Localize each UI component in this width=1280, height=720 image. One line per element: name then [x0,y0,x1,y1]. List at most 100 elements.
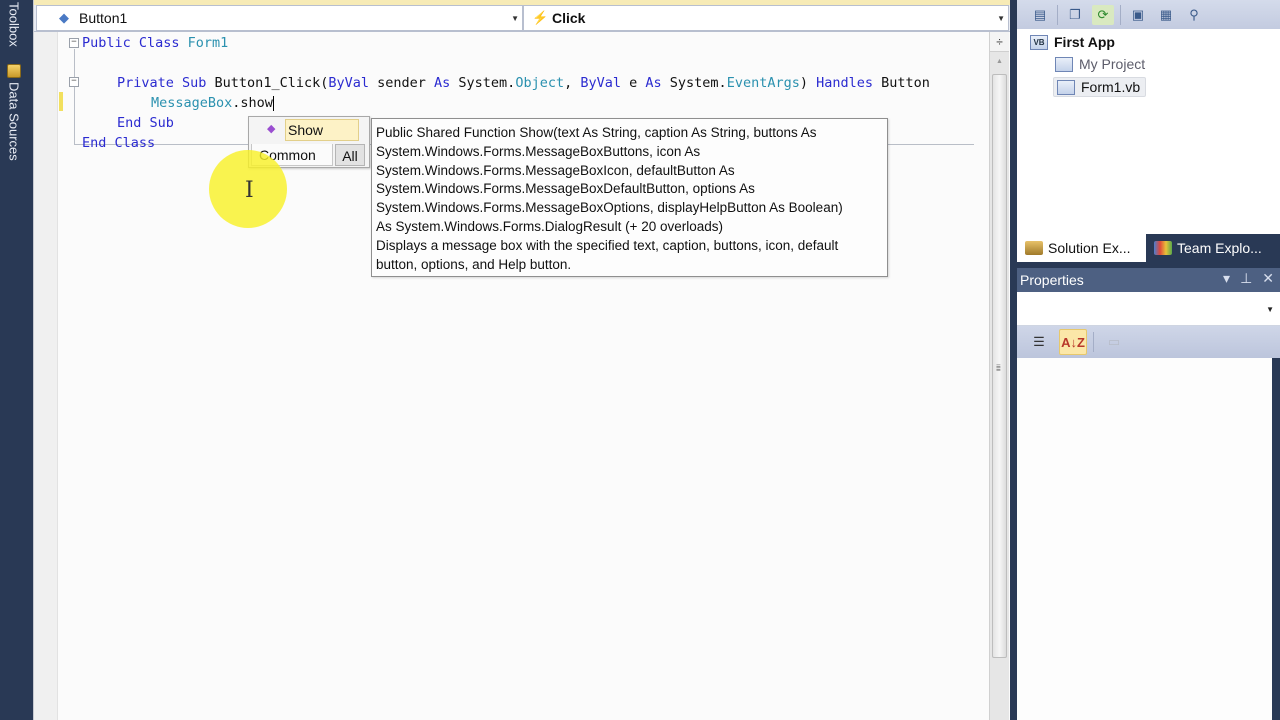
right-tool-panel: ▤ ❐ ⟳ ▣ ▦ ⚲ VB First App My Project Form… [1010,0,1280,720]
view-code-icon[interactable]: ▣ [1127,5,1149,25]
collapse-sub-icon[interactable]: − [69,77,79,87]
keyword: Handles [816,75,874,91]
code-line-6: End Class [82,133,155,153]
tree-item-form1[interactable]: Form1.vb [1053,77,1147,97]
collapse-class-icon[interactable]: − [69,38,79,48]
split-window-icon[interactable]: ÷ [990,32,1009,52]
chevron-down-icon[interactable]: ▼ [511,14,519,23]
solution-explorer-toolbar: ▤ ❐ ⟳ ▣ ▦ ⚲ [1017,0,1280,29]
completion-item-show[interactable]: Show [285,119,359,141]
code-line-3: Private Sub Button1_Click(ByVal sender A… [117,73,930,93]
show-all-files-icon[interactable]: ❐ [1064,5,1086,25]
keyword: As [434,75,451,91]
properties-icon[interactable]: ▤ [1029,5,1051,25]
keyword: End Sub [117,115,174,131]
tree-item-project[interactable]: VB First App [1030,34,1115,50]
solution-explorer-tree: VB First App My Project Form1.vb [1017,29,1280,234]
tooltip-line: Public Shared Function Show(text As Stri… [376,125,817,140]
method-icon: ◆ [267,123,276,135]
toolbar-separator [1057,4,1058,25]
my-project-icon [1055,56,1073,72]
type-name: EventArgs [726,75,800,91]
keyword: As [645,75,662,91]
alphabetical-sort-icon[interactable]: A↓Z [1059,329,1087,355]
vb-project-icon: VB [1030,34,1048,50]
class-name-combo[interactable]: ◆ Button1 ▼ [36,5,523,31]
tab-solution-explorer[interactable]: Solution Ex... [1017,234,1146,262]
categorized-icon[interactable]: ☰ [1025,329,1053,355]
identifier: System. [450,75,516,91]
indicator-margin [34,32,58,720]
scrollbar-thumb[interactable]: ≡ ≡ [992,74,1007,658]
data-sources-tab-label: Data Sources [6,82,22,161]
vertical-scrollbar[interactable]: ÷ ▲ ≡ ≡ [989,32,1009,720]
scroll-up-arrow-icon[interactable]: ▲ [990,53,1009,71]
code-line-1: Public Class Form1 [82,33,228,53]
toolbar-separator [1093,332,1094,352]
keyword: End Class [82,135,156,151]
chevron-down-icon[interactable]: ▼ [1266,305,1274,314]
tree-item-label: First App [1054,34,1115,50]
keyword: ByVal [328,75,369,91]
tooltip-line: button, options, and Help button. [376,256,572,272]
identifier: Button1_Click( [214,75,329,91]
identifier: System. [661,75,727,91]
navigation-bar: ◆ Button1 ▼ ⚡ Click ▼ [34,5,1011,32]
tooltip-line: System.Windows.Forms.MessageBoxOptions, … [376,200,843,216]
control-icon: ◆ [59,10,69,25]
tree-item-label: Form1.vb [1081,79,1141,95]
view-designer-icon[interactable]: ▦ [1155,5,1177,25]
properties-object-combo[interactable]: ▼ [1017,292,1280,326]
tab-label: Solution Ex... [1048,240,1131,256]
code-editor: ◆ Button1 ▼ ⚡ Click ▼ − − Public Class F… [33,0,1011,720]
punctuation: , [564,75,581,91]
tab-team-explorer[interactable]: Team Explo... [1146,234,1280,262]
toolbar-separator [1120,4,1121,25]
solution-explorer-icon [1025,241,1043,255]
tree-item-my-project[interactable]: My Project [1055,56,1145,72]
identifier: .show [232,95,273,111]
tooltip-line: System.Windows.Forms.MessageBoxIcon, def… [376,162,735,178]
method-name-value: Click [552,10,586,26]
ibeam-cursor-icon: I [245,178,254,203]
chevron-down-icon[interactable]: ▼ [997,14,1005,23]
tooltip-line: Displays a message box with the specifie… [376,237,839,253]
method-name-combo[interactable]: ⚡ Click ▼ [523,5,1009,31]
tree-item-label: My Project [1079,56,1146,72]
tooltip-line: System.Windows.Forms.MessageBoxButtons, … [376,143,701,159]
class-diagram-icon[interactable]: ⚲ [1183,5,1205,25]
properties-title: Properties [1020,272,1084,288]
quick-info-tooltip: Public Shared Function Show(text As Stri… [371,118,888,277]
data-sources-tab[interactable]: Data Sources [4,64,24,161]
tooltip-line: System.Windows.Forms.MessageBoxDefaultBu… [376,181,755,197]
tooltip-line: As System.Windows.Forms.DialogResult (+ … [376,218,723,234]
class-name-value: Button1 [79,10,128,26]
keyword: ByVal [580,75,621,91]
visual-studio-window: Toolbox Data Sources ◆ Button1 ▼ ⚡ Click… [0,0,1280,720]
tab-all[interactable]: All [335,144,365,166]
toolbox-tab-label: Toolbox [6,2,22,47]
event-lightning-icon: ⚡ [532,10,549,25]
properties-toolbar: ☰ A↓Z ▭ [1017,326,1280,358]
grip-icon: ≡ ≡ [996,362,1001,374]
fold-guide-sub [74,88,75,126]
text-caret [272,95,274,111]
window-position-dropdown-icon[interactable]: ▾ [1223,270,1230,287]
code-line-5: End Sub [117,113,174,133]
left-tool-strip: Toolbox Data Sources [0,0,33,720]
data-sources-icon [7,64,21,78]
identifier: Button [873,75,930,91]
keyword: Private Sub [117,75,215,91]
panel-tab-strip: Solution Ex... Team Explo... [1017,234,1280,262]
close-icon[interactable]: ✕ [1262,270,1274,287]
identifier: e [621,75,646,91]
toolbox-tab[interactable]: Toolbox [4,2,24,47]
type-name: MessageBox [151,95,233,111]
code-line-4: MessageBox.show [151,93,274,113]
pin-icon[interactable]: ⊥ [1240,270,1252,287]
property-pages-icon[interactable]: ▭ [1100,329,1128,355]
properties-grid[interactable] [1017,358,1272,720]
punctuation: ) [799,75,817,91]
refresh-icon[interactable]: ⟳ [1092,4,1114,25]
form-file-icon [1057,79,1075,95]
